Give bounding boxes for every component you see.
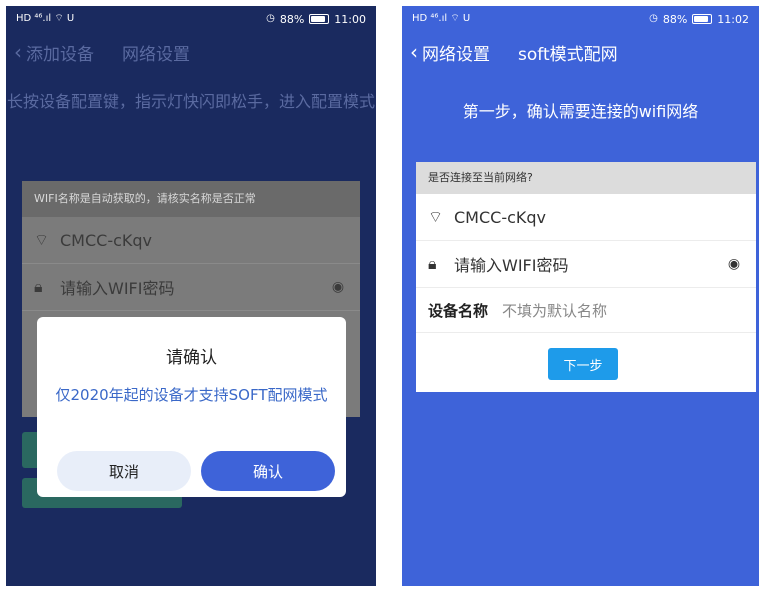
- signal-icon: HD ⁴⁶.ıl ⌔ U: [412, 13, 471, 24]
- alarm-icon: ◷: [649, 13, 658, 24]
- left-phone-screen: HD ⁴⁶.ıl ⌔ U ◷ 88% 11:00 ‹ 添加设备 网络设置 长按设…: [6, 6, 376, 586]
- device-name-row[interactable]: 设备名称 不填为默认名称: [416, 288, 756, 333]
- lock-icon: 🔒︎: [428, 254, 437, 273]
- device-name-input[interactable]: 不填为默认名称: [502, 300, 607, 321]
- dialog-overlay: [6, 6, 376, 586]
- password-row[interactable]: 🔒︎ 请输入WIFI密码 ◉: [416, 241, 756, 288]
- next-step-button[interactable]: 下一步: [548, 348, 618, 380]
- status-bar: HD ⁴⁶.ıl ⌔ U ◷ 88% 11:02: [402, 6, 759, 32]
- ssid-value: CMCC-cKqv: [454, 207, 547, 227]
- dialog-message: 仅2020年起的设备才支持SOFT配网模式: [55, 386, 328, 404]
- step-title: 第一步，确认需要连接的wifi网络: [462, 102, 699, 121]
- battery-percent: 88%: [662, 12, 688, 26]
- password-input[interactable]: 请输入WIFI密码: [454, 252, 724, 276]
- dialog-title: 请确认: [166, 348, 217, 368]
- confirm-button[interactable]: 确认: [201, 451, 335, 491]
- confirm-dialog: 请确认 仅2020年起的设备才支持SOFT配网模式 取消 确认: [37, 317, 346, 497]
- wifi-card: 是否连接至当前网络? ⌔ CMCC-cKqv 🔒︎ 请输入WIFI密码 ◉ 设备…: [416, 162, 756, 392]
- card-header: 是否连接至当前网络?: [416, 162, 756, 194]
- clock: 11:02: [717, 12, 749, 26]
- cancel-button[interactable]: 取消: [57, 451, 191, 491]
- ssid-row: ⌔ CMCC-cKqv: [416, 194, 756, 241]
- eye-icon[interactable]: ◉: [724, 256, 744, 272]
- right-phone-screen: HD ⁴⁶.ıl ⌔ U ◷ 88% 11:02 ‹ 网络设置 soft模式配网…: [402, 6, 759, 586]
- battery-icon: [692, 14, 713, 24]
- wifi-icon: ⌔: [428, 207, 444, 226]
- back-chevron-icon[interactable]: ‹: [410, 40, 418, 64]
- page-title: soft模式配网: [518, 44, 618, 65]
- back-link[interactable]: 网络设置: [422, 40, 490, 65]
- device-name-label: 设备名称: [428, 301, 489, 320]
- nav-bar: ‹ 网络设置 soft模式配网: [402, 32, 759, 72]
